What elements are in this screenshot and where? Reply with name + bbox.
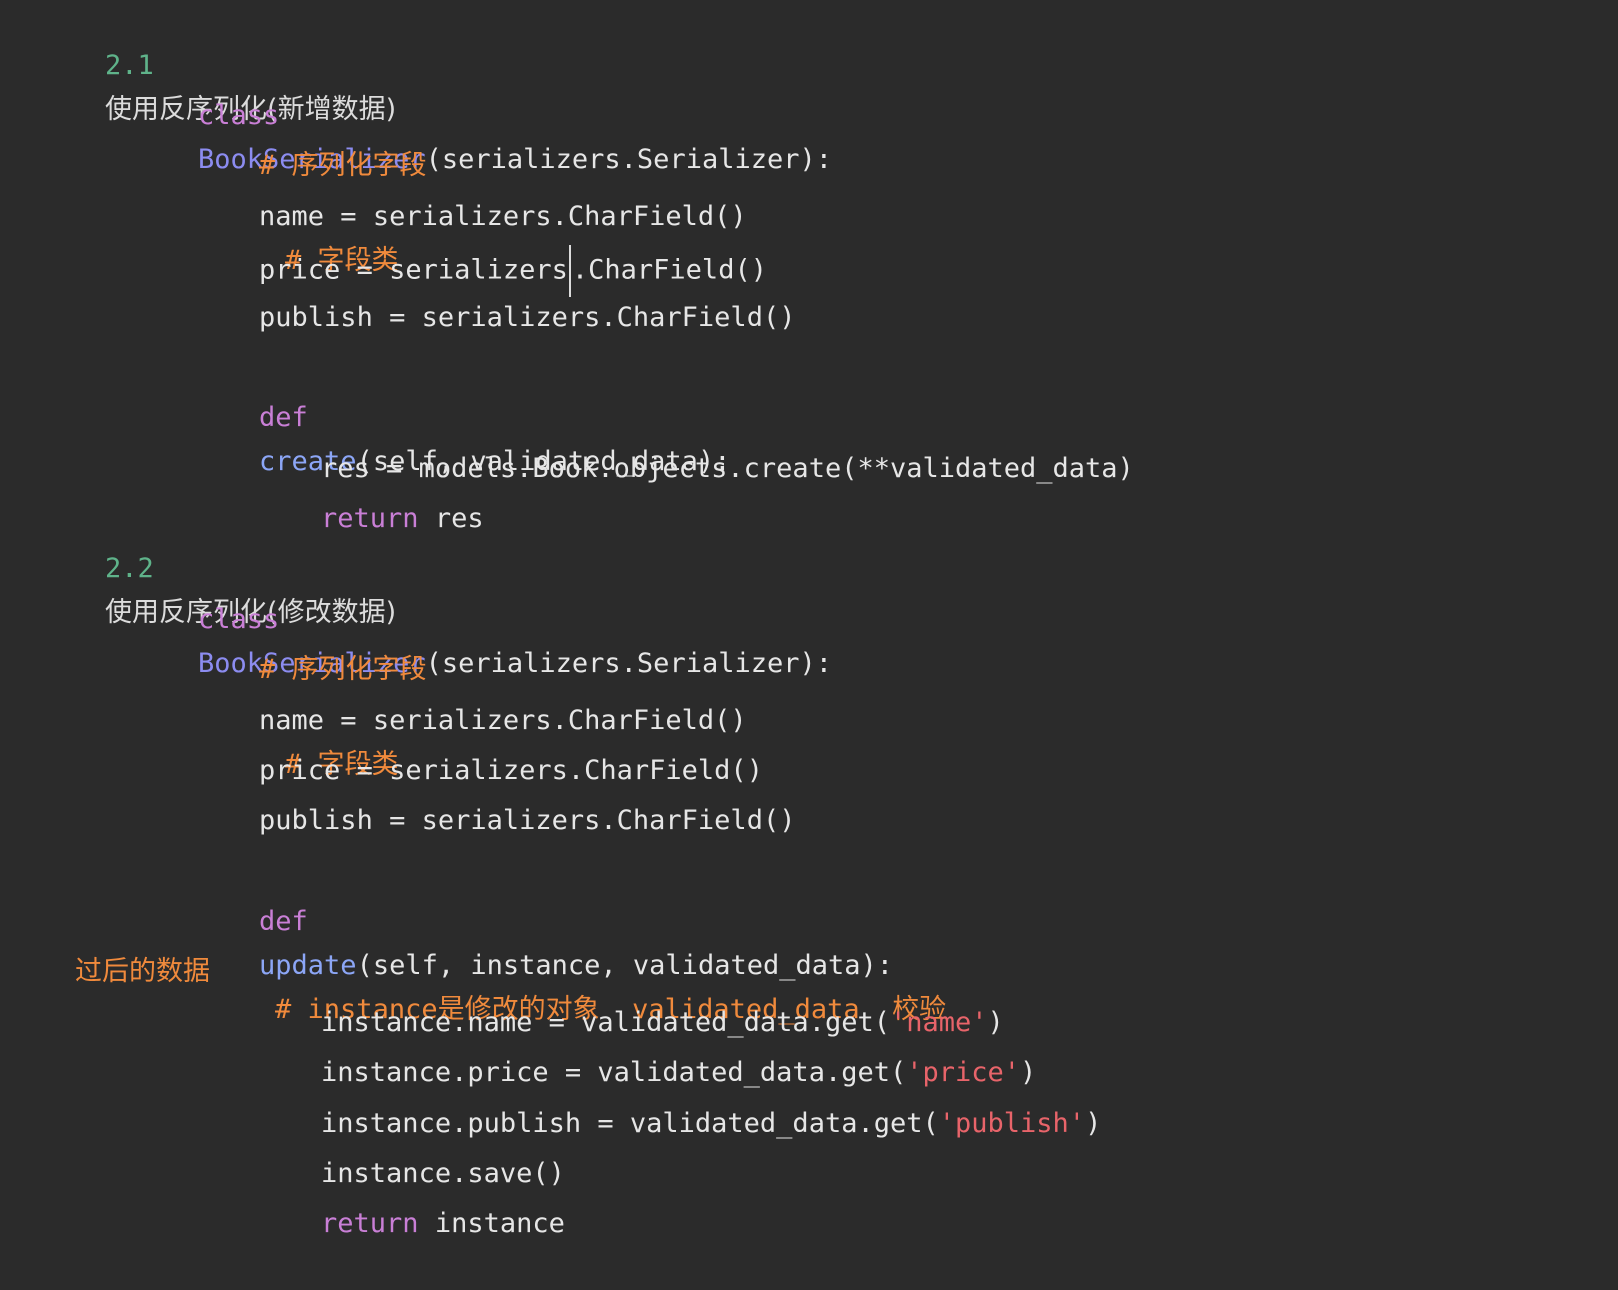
code-line-publish-field[interactable]: publish = serializers.CharField() [194, 252, 795, 333]
code-line-price-field[interactable]: price = serializers.CharField() [194, 705, 763, 786]
code-text: ) [1085, 1108, 1102, 1139]
section-heading-2-2: 2.2 使用反序列化(修改数据) [40, 503, 396, 628]
code-line-set-price[interactable]: instance.price = validated_data.get('pri… [256, 1007, 1036, 1088]
code-line-set-publish[interactable]: instance.publish = validated_data.get('p… [256, 1058, 1101, 1139]
code-line-comment-wrap[interactable]: 过后的数据 [10, 906, 210, 987]
code-text: publish = serializers.CharField() [259, 805, 796, 836]
code-line-name-field[interactable]: name = serializers.CharField() # 字段类 [194, 151, 747, 276]
keyword-return: return [321, 1208, 419, 1239]
code-line-comment[interactable]: # 序列化字段 [194, 100, 427, 181]
code-line-set-name[interactable]: instance.name = validated_data.get('name… [256, 957, 1004, 1038]
code-line-class-def[interactable]: class BookSerializer(serializers.Seriali… [133, 50, 832, 175]
code-line-save[interactable]: instance.save() [256, 1108, 565, 1189]
code-line-comment[interactable]: # 序列化字段 [194, 604, 427, 685]
code-line-res[interactable]: res = models.Book.objects.create(**valid… [256, 403, 1134, 484]
keyword-def: def [259, 906, 308, 937]
code-line-price-field[interactable]: price = serializers.CharField() [194, 201, 767, 297]
code-line-def-update[interactable]: def update(self, instance, validated_dat… [194, 856, 946, 1025]
section-heading-2-1: 2.1 使用反序列化(新增数据) [40, 0, 396, 125]
code-line-def-create[interactable]: def create(self, validated_data): [194, 352, 730, 477]
code-comment: 过后的数据 [75, 956, 211, 987]
code-text: publish = serializers.CharField() [259, 302, 796, 333]
code-line-publish-field[interactable]: publish = serializers.CharField() [194, 755, 795, 836]
code-line-name-field[interactable]: name = serializers.CharField() # 字段类 [194, 655, 747, 780]
code-line-return[interactable]: return res [256, 453, 484, 534]
string-literal: 'publish' [938, 1108, 1086, 1139]
code-line-return[interactable]: return instance [256, 1158, 565, 1239]
code-editor[interactable]: 2.1 使用反序列化(新增数据) class BookSerializer(se… [0, 0, 1618, 1250]
code-text: res [418, 503, 484, 534]
code-text: instance [418, 1208, 565, 1239]
code-line-class-def[interactable]: class BookSerializer(serializers.Seriali… [133, 554, 832, 679]
